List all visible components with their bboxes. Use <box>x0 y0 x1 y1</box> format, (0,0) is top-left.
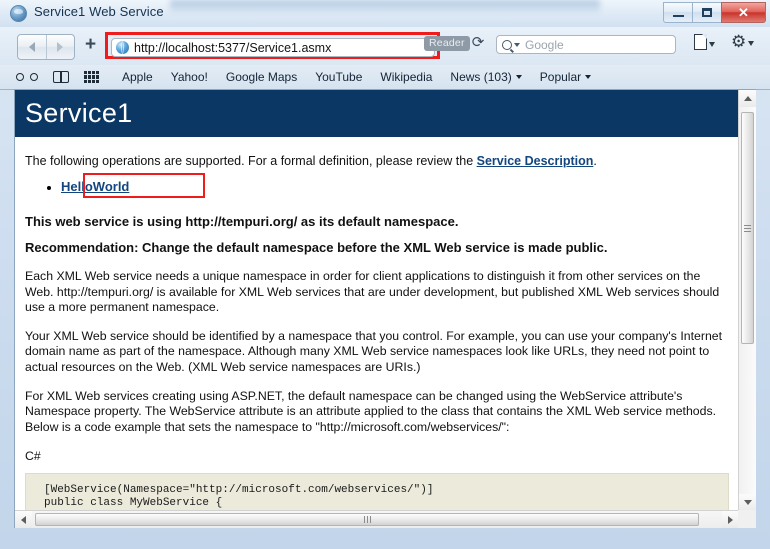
bookmark-label: Yahoo! <box>170 70 208 84</box>
scroll-right-button[interactable] <box>722 511 739 528</box>
address-bar-highlight: http://localhost:5377/Service1.asmx <box>105 32 440 59</box>
back-button[interactable] <box>18 35 47 59</box>
chevron-down-icon <box>585 75 592 79</box>
bookmark-label: Wikipedia <box>380 70 433 84</box>
navigation-buttons <box>17 34 75 60</box>
vertical-scrollbar-thumb[interactable] <box>741 112 754 344</box>
chevron-down-icon <box>748 41 755 46</box>
chevron-down-icon <box>743 500 752 505</box>
scrollbar-corner <box>738 510 756 528</box>
service-page-body: The following operations are supported. … <box>15 137 739 511</box>
intro-suffix: . <box>593 154 597 168</box>
address-bar-value: http://localhost:5377/Service1.asmx <box>134 40 332 55</box>
paragraph-2: Your XML Web service should be identifie… <box>25 328 723 374</box>
bookmarks-bar: Apple Yahoo! Google Maps YouTube Wikiped… <box>0 65 770 90</box>
bookmark-wikipedia[interactable]: Wikipedia <box>371 70 441 84</box>
new-tab-button[interactable]: + <box>85 34 96 56</box>
chevron-left-icon <box>21 515 26 524</box>
service-description-link[interactable]: Service Description <box>477 154 594 168</box>
intro-text: The following operations are supported. … <box>25 154 477 168</box>
chevron-down-icon <box>709 41 715 47</box>
bookmarks-book-icon[interactable] <box>53 71 69 83</box>
namespace-heading: This web service is using http://tempuri… <box>25 214 459 229</box>
chevron-down-icon <box>515 75 522 79</box>
gear-icon: ⚙ <box>731 32 747 51</box>
page-viewport: Service1 The following operations are su… <box>14 89 756 528</box>
page-content: Service1 The following operations are su… <box>15 90 739 511</box>
bookmark-google-maps[interactable]: Google Maps <box>217 70 306 84</box>
maximize-icon <box>702 8 712 17</box>
scroll-up-button[interactable] <box>739 90 756 107</box>
reader-button[interactable]: Reader <box>424 36 470 51</box>
search-icon <box>502 39 512 50</box>
maximize-button[interactable] <box>692 2 721 23</box>
helloworld-highlight-box <box>83 173 205 198</box>
grip-icon <box>744 224 751 232</box>
chevron-up-icon <box>743 96 752 101</box>
chevron-right-icon <box>728 515 733 524</box>
bookmark-label: Apple <box>122 70 153 84</box>
intro-paragraph: The following operations are supported. … <box>25 153 729 169</box>
title-bar-glass-reflection <box>170 0 600 14</box>
bookmark-news[interactable]: News (103) <box>441 70 530 84</box>
operations-section: HelloWorld <box>25 173 729 198</box>
browser-toolbar: + http://localhost:5377/Service1.asmx Re… <box>0 27 770 65</box>
forward-button[interactable] <box>47 35 75 59</box>
service-page-header: Service1 <box>15 90 739 137</box>
bookmark-popular[interactable]: Popular <box>531 70 600 84</box>
grip-icon <box>363 516 371 523</box>
horizontal-scrollbar[interactable] <box>15 510 739 528</box>
vertical-scrollbar[interactable] <box>738 90 756 511</box>
bookmark-youtube[interactable]: YouTube <box>306 70 371 84</box>
reload-icon[interactable]: ⟳ <box>470 35 486 51</box>
code-block-csharp: [WebService(Namespace="http://microsoft.… <box>25 473 729 511</box>
scroll-down-button[interactable] <box>739 494 756 511</box>
bookmark-links: Apple Yahoo! Google Maps YouTube Wikiped… <box>113 70 600 84</box>
chevron-down-icon <box>514 42 520 47</box>
page-icon <box>694 34 707 50</box>
bookmark-label: Popular <box>539 70 582 84</box>
globe-icon <box>116 41 129 54</box>
minimize-icon <box>672 14 684 17</box>
bookmarks-bar-icons <box>16 71 99 83</box>
window-controls: ✕ <box>663 2 766 23</box>
chevron-right-icon <box>57 42 64 52</box>
title-bar: Service1 Web Service ✕ <box>0 0 770 27</box>
browser-window: Service1 Web Service ✕ + http://localhos… <box>0 0 770 549</box>
scroll-left-button[interactable] <box>15 511 32 528</box>
reading-list-icon[interactable] <box>16 72 38 82</box>
window-title: Service1 Web Service <box>34 4 164 19</box>
paragraph-1: Each XML Web service needs a unique name… <box>25 269 720 315</box>
page-actions-button[interactable] <box>694 34 715 50</box>
minimize-button[interactable] <box>663 2 692 23</box>
bookmark-label: News (103) <box>450 70 512 84</box>
chevron-left-icon <box>28 42 35 52</box>
top-sites-grid-icon[interactable] <box>84 71 99 83</box>
search-input[interactable]: Google <box>496 35 676 54</box>
close-icon: ✕ <box>738 4 749 20</box>
language-label-csharp: C# <box>25 449 41 464</box>
settings-button[interactable]: ⚙ <box>731 32 755 51</box>
bookmark-label: YouTube <box>315 70 363 84</box>
address-bar[interactable]: http://localhost:5377/Service1.asmx <box>111 38 435 57</box>
safari-compass-icon <box>10 5 27 22</box>
search-placeholder: Google <box>525 37 564 52</box>
bookmark-label: Google Maps <box>225 70 298 84</box>
paragraph-3: For XML Web services creating using ASP.… <box>25 388 717 434</box>
recommendation-heading: Recommendation: Change the default names… <box>25 240 608 255</box>
horizontal-scrollbar-thumb[interactable] <box>35 513 699 526</box>
bookmark-yahoo[interactable]: Yahoo! <box>162 70 217 84</box>
close-button[interactable]: ✕ <box>721 2 766 23</box>
bookmark-apple[interactable]: Apple <box>113 70 162 84</box>
page-title: Service1 <box>25 98 133 128</box>
